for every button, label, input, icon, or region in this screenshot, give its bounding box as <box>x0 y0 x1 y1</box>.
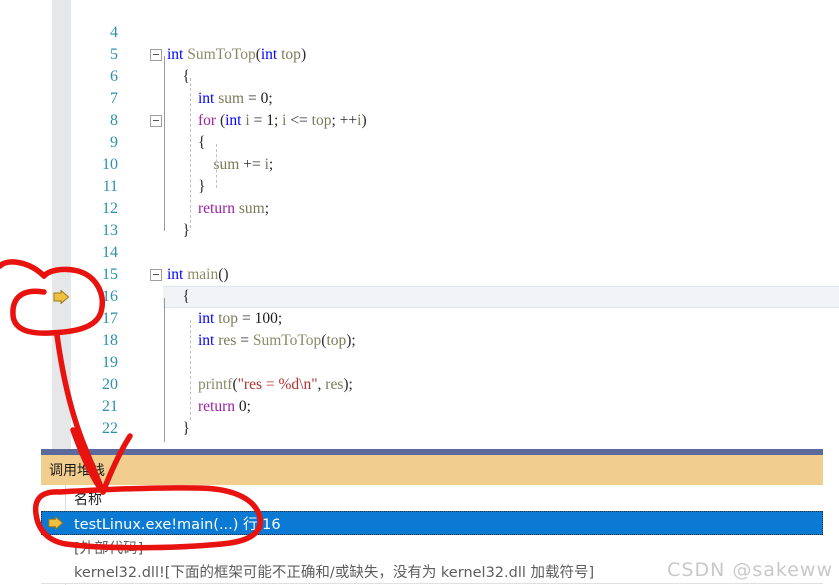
call-stack-row-label: testLinux.exe!main(...) 行 16 <box>74 517 281 533</box>
line-number: 17 <box>102 310 118 327</box>
code-line[interactable]: 18 int res = SumToTop(top); <box>0 330 839 352</box>
code-text: int SumToTop(int top) <box>167 46 307 63</box>
code-line[interactable]: 8 for (int i = 1; i <= top; ++i) <box>0 110 839 132</box>
line-number: 13 <box>102 222 118 239</box>
code-text: int sum = 0; <box>198 90 273 107</box>
call-stack-row-label: [外部代码] <box>74 541 144 557</box>
code-text: return 0; <box>198 398 251 415</box>
line-number: 8 <box>110 112 118 129</box>
vs-debugger-screenshot: 4 5 int SumToTop(int top) 6 {7 int sum = 0;… <box>0 0 839 585</box>
current-statement-highlight <box>163 286 839 308</box>
code-line[interactable]: 11 } <box>0 176 839 198</box>
line-number: 4 <box>110 24 118 41</box>
code-line-list: 4 5 int SumToTop(int top) 6 {7 int sum = 0;… <box>0 22 839 440</box>
call-stack-title: 调用堆栈 <box>49 463 105 479</box>
code-text: { <box>198 134 206 151</box>
code-text: int top = 100; <box>198 310 283 327</box>
code-line[interactable]: 9 { <box>0 132 839 154</box>
code-text: } <box>198 178 206 195</box>
code-line[interactable]: 20 printf("res = %d\n", res); <box>0 374 839 396</box>
indent-guide <box>164 56 165 231</box>
code-text: int main() <box>167 266 229 283</box>
code-text: printf("res = %d\n", res); <box>198 376 353 393</box>
code-text: } <box>182 222 190 239</box>
line-number: 9 <box>110 134 118 151</box>
code-text: { <box>182 68 190 85</box>
code-editor[interactable]: 4 5 int SumToTop(int top) 6 {7 int sum = 0;… <box>0 0 839 449</box>
code-line[interactable]: 5 int SumToTop(int top) <box>0 44 839 66</box>
code-text: return sum; <box>198 200 270 217</box>
line-number: 22 <box>102 420 118 437</box>
code-line[interactable]: 15 int main() <box>0 264 839 286</box>
line-number: 6 <box>110 68 118 85</box>
code-line[interactable]: 14 <box>0 242 839 264</box>
call-stack-title-bar: 调用堆栈 <box>41 455 823 485</box>
code-line[interactable]: 12 return sum; <box>0 198 839 220</box>
collapse-toggle-icon[interactable] <box>150 115 162 127</box>
line-number: 11 <box>102 178 118 195</box>
line-number: 14 <box>102 244 118 261</box>
code-text: sum += i; <box>213 156 274 173</box>
indent-guide <box>216 144 217 188</box>
code-line[interactable]: 6 { <box>0 66 839 88</box>
call-stack-column-header-row[interactable]: 名称 <box>41 486 823 512</box>
current-statement-arrow-icon[interactable] <box>53 290 70 304</box>
line-number: 18 <box>102 332 118 349</box>
csdn-watermark: CSDN @sakeww <box>667 559 833 581</box>
line-number: 20 <box>102 376 118 393</box>
indent-guide <box>190 78 191 228</box>
panel-bottom-rule <box>41 583 823 584</box>
code-line[interactable]: 4 <box>0 22 839 44</box>
code-line[interactable]: 13 } <box>0 220 839 242</box>
current-frame-arrow-icon <box>48 515 64 531</box>
indent-guide <box>190 320 191 420</box>
line-number: 19 <box>102 354 118 371</box>
line-number: 15 <box>102 266 118 283</box>
line-number: 16 <box>102 288 118 305</box>
line-number: 10 <box>102 156 118 173</box>
call-stack-row[interactable]: testLinux.exe!main(...) 行 16 <box>41 511 823 535</box>
code-line[interactable]: 21 return 0; <box>0 396 839 418</box>
code-text: } <box>182 420 190 437</box>
code-line[interactable]: 22 } <box>0 418 839 440</box>
call-stack-row[interactable]: [外部代码] <box>41 535 823 559</box>
collapse-toggle-icon[interactable] <box>150 49 162 61</box>
code-line[interactable]: 7 int sum = 0; <box>0 88 839 110</box>
code-line[interactable]: 17 int top = 100; <box>0 308 839 330</box>
indent-guide <box>164 298 165 442</box>
collapse-toggle-icon[interactable] <box>150 269 162 281</box>
line-number: 12 <box>102 200 118 217</box>
code-line[interactable]: 10 sum += i; <box>0 154 839 176</box>
code-text: { <box>182 288 190 305</box>
call-stack-row-label: kernel32.dll![下面的框架可能不正确和/或缺失，没有为 kernel… <box>74 565 595 581</box>
code-line[interactable]: 19 <box>0 352 839 374</box>
line-number: 7 <box>110 90 118 107</box>
call-stack-column-header-name: 名称 <box>74 492 102 508</box>
code-text: for (int i = 1; i <= top; ++i) <box>198 112 367 129</box>
code-line[interactable]: 16 { <box>0 286 839 308</box>
line-number: 21 <box>102 398 118 415</box>
line-number: 5 <box>110 46 118 63</box>
code-text: int res = SumToTop(top); <box>198 332 356 349</box>
